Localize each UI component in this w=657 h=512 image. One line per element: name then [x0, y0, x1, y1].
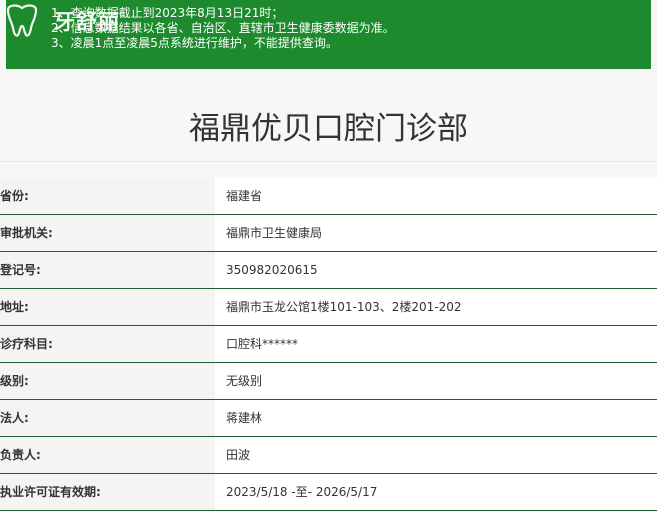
tooth-icon	[6, 4, 38, 37]
row-label: 省份:	[0, 178, 215, 214]
logo-text: 牙舒丽	[54, 9, 120, 34]
info-row-approval-authority: 审批机关: 福鼎市卫生健康局	[0, 215, 657, 252]
row-value: 福建省	[215, 178, 657, 214]
clinic-name: 福鼎优贝口腔门诊部	[189, 111, 468, 147]
info-row-province: 省份: 福建省	[0, 178, 657, 215]
info-row-registration-number: 登记号: 350982020615	[0, 252, 657, 289]
row-value: 福鼎市玉龙公馆1楼101-103、2楼201-202	[215, 289, 657, 325]
clinic-info-table: 省份: 福建省 审批机关: 福鼎市卫生健康局 登记号: 350982020615…	[0, 178, 657, 511]
row-value: 350982020615	[215, 252, 657, 288]
info-row-legal-person: 法人: 蒋建林	[0, 400, 657, 437]
site-logo[interactable]: 牙舒丽	[2, 0, 132, 40]
info-row-address: 地址: 福鼎市玉龙公馆1楼101-103、2楼201-202	[0, 289, 657, 326]
row-value: 口腔科******	[215, 326, 657, 362]
row-value: 田波	[215, 437, 657, 473]
row-label: 诊疗科目:	[0, 326, 215, 362]
row-label: 审批机关:	[0, 215, 215, 251]
info-row-level: 级别: 无级别	[0, 363, 657, 400]
info-row-departments: 诊疗科目: 口腔科******	[0, 326, 657, 363]
title-divider	[0, 161, 657, 162]
notice-line-1: 1、查询数据截止到2023年8月13日21时；	[51, 6, 284, 20]
row-label: 负责人:	[0, 437, 215, 473]
info-row-person-in-charge: 负责人: 田波	[0, 437, 657, 474]
page: 1、查询数据截止到2023年8月13日21时； 2、信息数据结果以各省、自治区、…	[0, 0, 657, 512]
row-value: 无级别	[215, 363, 657, 399]
row-value: 福鼎市卫生健康局	[215, 215, 657, 251]
row-label: 法人:	[0, 400, 215, 436]
row-label: 执业许可证有效期:	[0, 474, 215, 510]
row-label: 登记号:	[0, 252, 215, 288]
notice-line-2: 2、信息数据结果以各省、自治区、直辖市卫生健康委数据为准。	[51, 21, 395, 35]
row-value: 蒋建林	[215, 400, 657, 436]
row-label: 地址:	[0, 289, 215, 325]
info-row-license-validity: 执业许可证有效期: 2023/5/18 -至- 2026/5/17	[0, 474, 657, 511]
row-label: 级别:	[0, 363, 215, 399]
row-value: 2023/5/18 -至- 2026/5/17	[215, 474, 657, 510]
notice-line-3: 3、凌晨1点至凌晨5点系统进行维护，不能提供查询。	[51, 36, 338, 50]
